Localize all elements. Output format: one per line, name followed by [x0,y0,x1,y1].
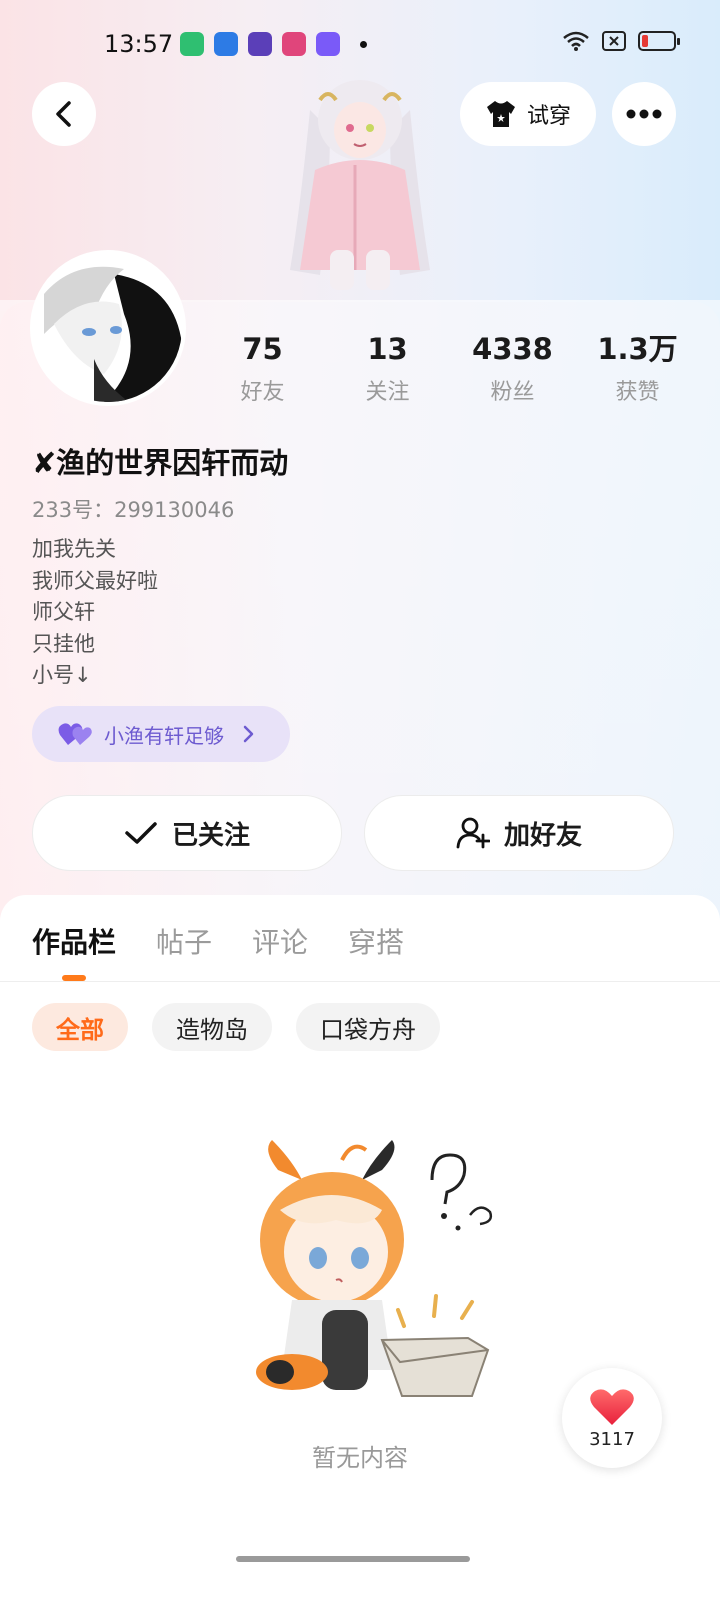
tab-works[interactable]: 作品栏 [32,921,116,961]
more-options-button[interactable] [612,82,676,146]
stat-value: 4338 [472,332,553,366]
app-notification-icon [214,32,238,56]
avatar-image [34,254,182,402]
more-dots-icon [626,109,662,119]
followed-label: 已关注 [171,820,250,851]
app-notification-icon [282,32,306,56]
app-notification-icon [248,32,272,56]
stat-value: 13 [367,332,408,366]
tshirt-icon [486,101,515,127]
double-heart-icon [58,723,92,745]
status-time: 13:57 [104,30,174,58]
battery-icon [638,31,680,51]
stat-label: 好友 [240,380,285,405]
stat-value: 75 [242,332,283,366]
stat-fans[interactable]: 4338 粉丝 [450,330,575,406]
chevron-left-icon [56,101,71,127]
stat-following[interactable]: 13 关注 [325,330,450,406]
more-notifications-dot-icon [360,40,367,48]
tab-outfits[interactable]: 穿搭 [348,921,404,961]
relationship-tag[interactable]: 小渔有轩足够 [32,706,290,762]
character-avatar-illustration [290,80,430,290]
add-user-icon [456,817,490,849]
avatar[interactable] [30,250,186,406]
filter-all[interactable]: 全部 [32,1003,128,1051]
followed-button[interactable]: 已关注 [32,795,342,871]
add-friend-label: 加好友 [503,820,582,851]
filter-pocket-ark[interactable]: 口袋方舟 [296,1003,440,1051]
bio-line: 只挂他 [32,631,95,656]
tabs-divider [0,981,720,982]
add-friend-button[interactable]: 加好友 [364,795,674,871]
relationship-tag-label: 小渔有轩足够 [104,723,224,748]
notification-icons [180,32,367,56]
stat-label: 粉丝 [490,380,535,405]
app-notification-icon [180,32,204,56]
app-notification-icon [316,32,340,56]
bio-line: 师父轩 [32,600,95,624]
no-sim-icon [602,31,626,51]
stat-value: 1.3万 [597,332,678,366]
profile-stats: 75 好友 13 关注 4338 粉丝 1.3万 获赞 [200,330,700,406]
user-id[interactable]: 233号：299130046 [32,494,234,524]
filter-creation-island[interactable]: 造物岛 [152,1003,272,1051]
bio-line: 我师父最好啦 [32,568,158,593]
bio: 加我先关 我师父最好啦 师父轩 只挂他 小号↓ [32,534,158,692]
stat-label: 关注 [365,380,410,405]
bio-line: 加我先关 [32,537,116,561]
nickname: ✘渔的世界因轩而动 [32,446,289,480]
tab-comments[interactable]: 评论 [252,921,308,961]
like-button[interactable]: 3117 [562,1368,662,1468]
content-tabs: 作品栏 帖子 评论 穿搭 [32,921,404,961]
try-on-button[interactable]: 试穿 [460,82,596,146]
home-indicator[interactable] [236,1556,470,1562]
like-count: 3117 [589,1428,635,1450]
system-icons [562,30,680,52]
back-button[interactable] [32,82,96,146]
chevron-right-icon [243,725,254,743]
bio-line: 小号↓ [32,663,92,687]
stat-friends[interactable]: 75 好友 [200,330,325,406]
stat-label: 获赞 [615,380,660,405]
tab-posts[interactable]: 帖子 [156,921,212,961]
stat-likes[interactable]: 1.3万 获赞 [575,330,700,406]
checkmark-icon [125,822,157,844]
heart-icon [590,1388,634,1425]
empty-state-illustration [256,1140,493,1397]
try-on-label: 试穿 [526,104,571,129]
filter-chips: 全部 造物岛 口袋方舟 [32,1003,440,1051]
wifi-icon [563,31,589,51]
